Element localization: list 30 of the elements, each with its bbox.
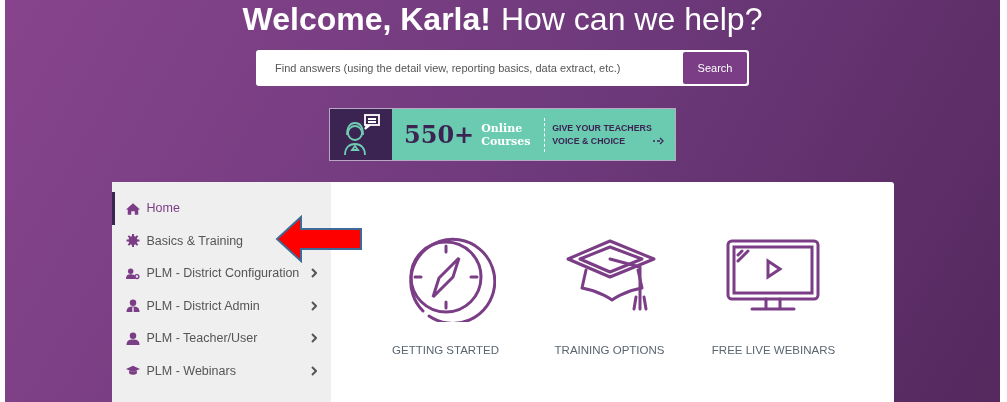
menu-label: PLM - District Admin bbox=[146, 298, 261, 313]
user-icon bbox=[125, 331, 140, 345]
sidebar-item[interactable]: PLM - Webinars bbox=[111, 354, 331, 387]
user-icon bbox=[125, 299, 140, 313]
menu-label: PLM - Webinars bbox=[146, 363, 237, 378]
user-gear-icon bbox=[125, 266, 140, 280]
menu-label: Home bbox=[146, 201, 181, 216]
graduation-cap-icon bbox=[125, 364, 140, 378]
home-icon bbox=[125, 201, 140, 215]
course-count: 550+ bbox=[404, 120, 475, 149]
online-courses-label: Online Courses bbox=[481, 121, 532, 148]
sidebar-item[interactable]: PLM - District Admin bbox=[111, 289, 331, 322]
arrow-icon bbox=[653, 136, 666, 145]
sidebar-item[interactable]: PLM - Teacher/User bbox=[111, 322, 331, 355]
card-label: TRAINING OPTIONS bbox=[554, 344, 665, 356]
search-box[interactable]: Find answers (using the detail view, reporting basics, data extract, etc.) Search bbox=[256, 50, 749, 86]
sidebar-item[interactable]: PLM - District Configuration bbox=[111, 257, 331, 290]
feature-card[interactable]: GETTING STARTED bbox=[375, 232, 516, 402]
welcome-heading: Welcome, Karla! bbox=[242, 0, 491, 38]
card-label: FREE LIVE WEBINARS bbox=[711, 344, 836, 356]
menu-label: Basics & Training bbox=[146, 233, 245, 248]
banner-tagline: GIVE YOUR TEACHERS VOICE & CHOICE bbox=[552, 121, 653, 148]
help-heading: How can we help? bbox=[500, 0, 763, 38]
card-label: GETTING STARTED bbox=[392, 344, 499, 356]
search-button[interactable]: Search bbox=[683, 52, 747, 84]
menu-label: PLM - Teacher/User bbox=[146, 331, 259, 346]
feature-card[interactable]: FREE LIVE WEBINARS bbox=[703, 232, 844, 402]
menu-label: PLM - District Configuration bbox=[146, 266, 301, 281]
gear-icon bbox=[125, 234, 140, 248]
feature-card[interactable]: TRAINING OPTIONS bbox=[539, 232, 680, 402]
